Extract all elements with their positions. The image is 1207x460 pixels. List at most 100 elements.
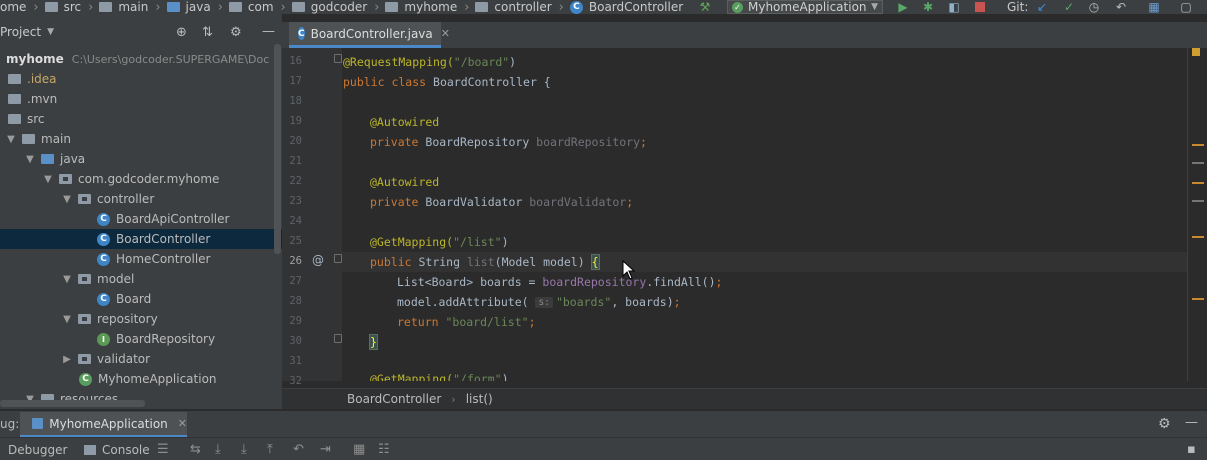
tree-row-idea[interactable]: .idea [0, 69, 282, 89]
tree-row-model[interactable]: ▼ model [0, 269, 282, 289]
code-line-22: @Autowired [370, 175, 440, 189]
tree-row-repository[interactable]: ▼ repository [0, 309, 282, 329]
tree-row-boardrepository[interactable]: I BoardRepository [0, 329, 282, 349]
tree-vertical-scrollbar[interactable] [274, 44, 281, 254]
tree-row-mvn[interactable]: .mvn [0, 89, 282, 109]
git-commit-check-icon[interactable]: ✓ [1062, 0, 1076, 14]
debug-bug-icon[interactable]: ✱ [921, 0, 935, 14]
crumb-project[interactable]: ome › [0, 0, 45, 14]
history-clock-icon[interactable]: ◷ [1087, 0, 1101, 14]
code-line-32: @GetMapping("/form") [370, 372, 509, 381]
expanded-arrow-icon[interactable]: ▼ [43, 174, 53, 185]
locate-target-icon[interactable]: ⊕ [176, 25, 187, 40]
tree-row-root[interactable]: myhome C:\Users\godcoder.SUPERGAME\Doc [0, 49, 282, 69]
breadcrumb-method[interactable]: list() [466, 392, 493, 406]
project-view-select[interactable]: Project [0, 25, 41, 39]
drop-frame-icon[interactable]: ↶ [293, 442, 304, 457]
error-stripe-mark[interactable] [1192, 200, 1204, 202]
tree-row-src[interactable]: src [0, 109, 282, 129]
expanded-arrow-icon[interactable]: ▼ [62, 314, 72, 325]
show-execution-point-icon[interactable]: ⇆ [190, 442, 201, 457]
tab-boardcontroller[interactable]: C BoardController.java ✕ [289, 22, 450, 48]
project-structure-icon[interactable]: ▦ [1147, 0, 1161, 14]
settings-gear-icon[interactable]: ⚙ [230, 25, 242, 40]
error-stripe-mark[interactable] [1192, 298, 1204, 300]
expanded-arrow-icon[interactable]: ▼ [62, 194, 72, 205]
build-hammer-icon[interactable]: ⚒ [698, 0, 712, 14]
search-everywhere-icon[interactable]: ▢ [1179, 0, 1193, 14]
close-icon[interactable]: ✕ [441, 27, 450, 40]
evaluate-expression-icon[interactable]: ▦ [353, 442, 365, 457]
expanded-arrow-icon[interactable]: ▼ [6, 134, 16, 145]
breadcrumb-class[interactable]: BoardController [347, 392, 441, 406]
tree-row-myhomeapplication[interactable]: C MyhomeApplication [0, 369, 282, 389]
tab-debugger[interactable]: Debugger [8, 443, 67, 457]
package-icon [78, 194, 91, 204]
tree-row-package[interactable]: ▼ com.godcoder.myhome [0, 169, 282, 189]
code-line-16: @RequestMapping("/board") [343, 55, 517, 69]
error-stripe-mark[interactable] [1192, 182, 1204, 184]
chevron-down-icon[interactable]: ▼ [47, 27, 54, 37]
line-number: 23 [289, 195, 302, 207]
rollback-icon[interactable]: ↶ [1114, 0, 1128, 14]
menu-lines-icon[interactable]: ☰ [157, 442, 169, 457]
line-number: 21 [289, 155, 302, 167]
inspection-warning-icon[interactable] [1192, 48, 1200, 56]
hide-panel-icon[interactable]: — [1185, 415, 1198, 430]
tree-horizontal-scrollbar[interactable] [0, 400, 145, 407]
crumb-main[interactable]: main › [99, 0, 166, 14]
class-icon: C [97, 252, 110, 266]
step-over-icon[interactable]: ⤓ [215, 442, 221, 457]
restore-layout-icon[interactable]: ▪ [1187, 442, 1196, 457]
spring-boot-class-icon: C [79, 372, 92, 386]
tree-row-validator[interactable]: ▶ validator [0, 349, 282, 369]
package-icon [78, 274, 91, 284]
hide-panel-icon[interactable]: — [262, 24, 275, 39]
crumb-myhome[interactable]: myhome › [385, 0, 475, 14]
step-into-icon[interactable]: ⤓ [241, 442, 247, 457]
chevron-right-icon: › [155, 0, 161, 14]
stop-icon[interactable] [973, 0, 987, 13]
git-update-icon[interactable]: ↙ [1035, 0, 1049, 14]
source-folder-icon [166, 2, 180, 12]
run-with-coverage-icon[interactable]: ◧ [947, 0, 961, 14]
tab-console[interactable]: Console [84, 443, 150, 457]
close-icon[interactable]: ✕ [178, 417, 187, 430]
tree-row-boardapicontroller[interactable]: C BoardApiController [0, 209, 282, 229]
crumb-com[interactable]: com › [228, 0, 292, 14]
crumb-godcoder[interactable]: godcoder › [291, 0, 386, 14]
tree-row-java[interactable]: ▼ java [0, 149, 282, 169]
expanded-arrow-icon[interactable]: ▼ [62, 274, 72, 285]
fold-marker-icon[interactable] [334, 54, 342, 63]
collapsed-arrow-icon[interactable]: ▶ [62, 354, 72, 365]
collapse-all-icon[interactable]: ⇅ [202, 25, 213, 40]
error-stripe-mark[interactable] [1192, 236, 1204, 238]
trace-icon[interactable]: ☷ [378, 442, 390, 457]
package-icon [385, 2, 399, 12]
tree-row-main[interactable]: ▼ main [0, 129, 282, 149]
run-configuration-select[interactable]: ✓ MyhomeApplication ▼ [727, 0, 883, 14]
crumb-boardcontroller[interactable]: C BoardController [569, 0, 688, 14]
crumb-src[interactable]: src › [44, 0, 100, 14]
settings-gear-icon[interactable]: ⚙ [1158, 416, 1171, 432]
line-number: 17 [289, 75, 302, 87]
tree-row-homecontroller[interactable]: C HomeController [0, 249, 282, 269]
code-line-26: public String list (Model model) { [370, 254, 600, 270]
package-icon [78, 314, 91, 324]
run-to-cursor-icon[interactable]: ⇥ [320, 442, 331, 457]
error-stripe-mark[interactable] [1192, 144, 1204, 146]
fold-marker-icon[interactable] [334, 254, 342, 263]
error-stripe-mark[interactable] [1192, 162, 1204, 164]
tree-row-boardcontroller[interactable]: C BoardController [0, 229, 282, 249]
tree-row-controller[interactable]: ▼ controller [0, 189, 282, 209]
step-out-icon[interactable]: ⤒ [267, 442, 273, 457]
crumb-java[interactable]: java › [166, 0, 229, 14]
tree-row-board[interactable]: C Board [0, 289, 282, 309]
navigation-bar: ome › src › main › java › com › godcoder › myh… [0, 0, 1207, 14]
tab-debug-session[interactable]: MyhomeApplication ✕ [20, 412, 187, 438]
fold-marker-icon[interactable] [334, 334, 342, 343]
crumb-controller[interactable]: controller › [475, 0, 569, 14]
run-icon[interactable]: ▶ [896, 0, 910, 14]
expanded-arrow-icon[interactable]: ▼ [25, 154, 35, 165]
gutter-annotation-marker[interactable]: @ [312, 253, 324, 267]
